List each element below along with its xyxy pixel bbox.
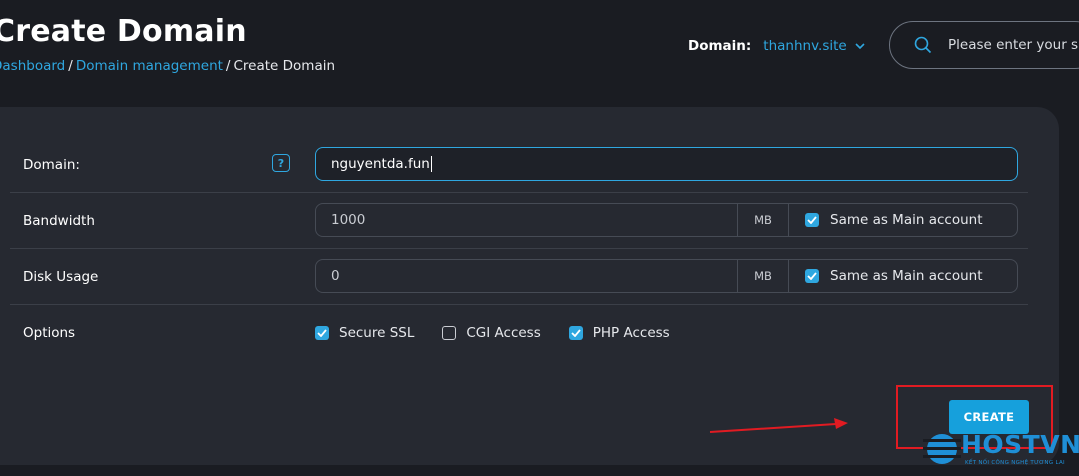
hostvn-watermark: HOSTVN KẾT NỐI CÔNG NGHỆ TƯƠNG LAI [923, 430, 1079, 476]
cgi-access-label: CGI Access [466, 325, 541, 341]
search-icon[interactable] [914, 36, 932, 54]
bandwidth-same-as-main[interactable]: Same as Main account [789, 204, 1017, 236]
hostvn-logo-icon [923, 434, 961, 464]
domain-selector-label: Domain: [688, 38, 752, 54]
php-access-label: PHP Access [592, 325, 670, 341]
breadcrumb-current: Create Domain [233, 58, 336, 74]
disk-usage-group: 0 MB Same as Main account [315, 259, 1018, 293]
red-arrow-annotation [709, 418, 848, 433]
hostvn-tagline: KẾT NỐI CÔNG NGHỆ TƯƠNG LAI [965, 460, 1065, 466]
option-php-access[interactable]: PHP Access [568, 325, 670, 341]
bandwidth-input[interactable]: 1000 [316, 204, 738, 236]
breadcrumb-dashboard[interactable]: Dashboard [0, 58, 65, 74]
options-label: Options [23, 325, 76, 341]
disk-usage-unit: MB [738, 260, 789, 292]
chevron-down-icon[interactable] [855, 42, 865, 50]
bandwidth-same-label: Same as Main account [830, 212, 983, 228]
breadcrumb-domain-management[interactable]: Domain management [76, 58, 223, 74]
disk-usage-same-label: Same as Main account [830, 268, 983, 284]
search-input[interactable] [946, 36, 1079, 54]
text-cursor [430, 156, 432, 172]
create-domain-page: Create Domain Dashboard/Domain managemen… [0, 0, 1079, 476]
breadcrumb-separator: / [68, 58, 73, 74]
bandwidth-same-checkbox[interactable] [805, 213, 819, 227]
php-access-checkbox[interactable] [568, 326, 583, 340]
domain-selector[interactable]: Domain: thanhnv.site [688, 38, 865, 54]
search-box[interactable] [889, 21, 1079, 69]
option-cgi-access[interactable]: CGI Access [442, 325, 541, 341]
help-icon[interactable]: ? [272, 154, 290, 172]
cgi-access-checkbox[interactable] [442, 326, 457, 340]
domain-input[interactable]: nguyentda.fun [315, 147, 1018, 181]
domain-label: Domain: [23, 157, 80, 173]
options-group: Secure SSL CGI Access PHP Access [315, 325, 698, 341]
bandwidth-label: Bandwidth [23, 213, 95, 229]
domain-selector-value[interactable]: thanhnv.site [763, 38, 846, 54]
breadcrumb-separator: / [225, 58, 231, 74]
disk-usage-same-as-main[interactable]: Same as Main account [789, 260, 1017, 292]
create-button[interactable]: CREATE [949, 400, 1029, 434]
domain-input-value: nguyentda.fun [331, 156, 430, 172]
secure-ssl-label: Secure SSL [339, 325, 415, 341]
disk-usage-same-checkbox[interactable] [805, 269, 819, 283]
option-secure-ssl[interactable]: Secure SSL [315, 325, 414, 341]
page-title: Create Domain [0, 14, 247, 49]
hostvn-brand: HOSTVN [961, 430, 1079, 459]
disk-usage-input[interactable]: 0 [316, 260, 738, 292]
bandwidth-unit: MB [738, 204, 789, 236]
bandwidth-group: 1000 MB Same as Main account [315, 203, 1018, 237]
disk-usage-label: Disk Usage [23, 269, 99, 285]
breadcrumb: Dashboard/Domain management/Create Domai… [0, 58, 335, 74]
secure-ssl-checkbox[interactable] [315, 326, 329, 340]
